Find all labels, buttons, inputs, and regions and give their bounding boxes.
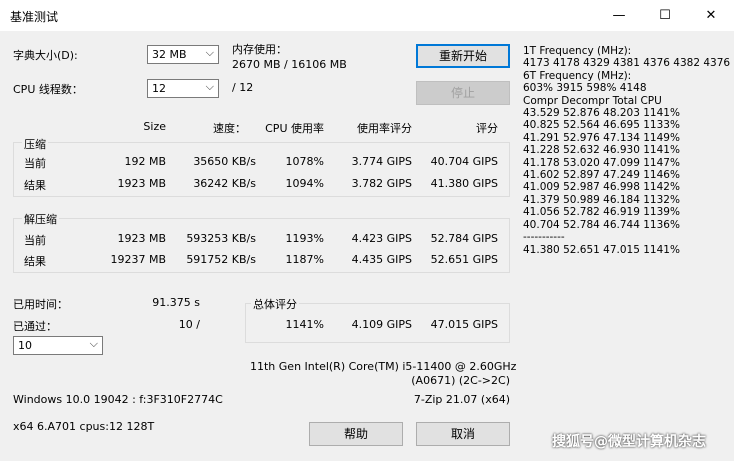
decompress-current-speed: 593253 KB/s <box>186 232 256 245</box>
compress-result-rpu: 3.782 GIPS <box>351 177 412 190</box>
passes-select-value: 10 <box>18 339 32 352</box>
passes-value: 10 / <box>178 318 200 331</box>
compress-current-rpu: 3.774 GIPS <box>351 155 412 168</box>
log-line: 41.228 52.632 46.930 1141% <box>523 144 680 157</box>
passes-label: 已通过： <box>13 320 57 333</box>
decompress-current-rpu: 4.423 GIPS <box>351 232 412 245</box>
compress-current-speed: 35650 KB/s <box>193 155 256 168</box>
decompress-current-label: 当前 <box>24 234 46 247</box>
log-line: 41.009 52.987 46.998 1142% <box>523 181 680 194</box>
log-line: 41.379 50.989 46.184 1132% <box>523 193 680 206</box>
log-line: 4173 4178 4329 4381 4376 4382 4376 <box>523 57 731 70</box>
cpu-info-line2: (A0671) (2C->2C) <box>411 374 510 387</box>
log-line: 41.380 52.651 47.015 1141% <box>523 243 680 256</box>
log-line: 6T Frequency (MHz): <box>523 69 632 82</box>
close-button[interactable]: ✕ <box>688 0 734 31</box>
compress-current-size: 192 MB <box>124 155 166 168</box>
log-line: 40.825 52.564 46.695 1133% <box>523 119 680 132</box>
decompress-current-cpu: 1193% <box>285 232 324 245</box>
log-line: 41.056 52.782 46.919 1139% <box>523 206 680 219</box>
arch-info: x64 6.A701 cpus:12 128T <box>13 420 155 433</box>
compress-current-label: 当前 <box>24 157 46 170</box>
total-rating: 47.015 GIPS <box>430 318 498 331</box>
total-title: 总体评分 <box>251 296 299 312</box>
compress-result-size: 1923 MB <box>117 177 166 190</box>
chevron-down-icon: ⌵ <box>89 337 98 350</box>
header-size: Size <box>143 120 166 133</box>
threads-select[interactable]: 12 ⌵ <box>147 79 219 98</box>
chevron-down-icon: ⌵ <box>205 46 214 59</box>
dictionary-value: 32 MB <box>152 48 187 61</box>
decompress-current-rating: 52.784 GIPS <box>430 232 498 245</box>
maximize-button[interactable]: ☐ <box>642 0 688 31</box>
decompress-result-size: 19237 MB <box>110 253 166 266</box>
decompress-current-size: 1923 MB <box>117 232 166 245</box>
compress-result-rating: 41.380 GIPS <box>430 177 498 190</box>
total-cpu: 1141% <box>285 318 324 331</box>
header-rating-usage: 使用率评分 <box>357 122 412 135</box>
memory-value: 2670 MB / 16106 MB <box>232 58 347 71</box>
dictionary-select[interactable]: 32 MB ⌵ <box>147 45 219 64</box>
elapsed-value: 91.375 s <box>152 296 200 309</box>
total-rpu: 4.109 GIPS <box>351 318 412 331</box>
compress-result-label: 结果 <box>24 179 46 192</box>
compress-current-rating: 40.704 GIPS <box>430 155 498 168</box>
memory-label: 内存使用： <box>232 43 287 56</box>
log-line: 41.602 52.897 47.249 1146% <box>523 169 680 182</box>
decompress-result-label: 结果 <box>24 255 46 268</box>
decompress-result-speed: 591752 KB/s <box>186 253 256 266</box>
version-info: 7-Zip 21.07 (x64) <box>413 393 510 406</box>
threads-label: CPU 线程数： <box>13 83 83 96</box>
decompress-result-rpu: 4.435 GIPS <box>351 253 412 266</box>
elapsed-label: 已用时间： <box>13 298 68 311</box>
watermark: 搜狐号@微型计算机杂志 <box>552 434 706 450</box>
window-title: 基准测试 <box>10 10 59 24</box>
minimize-button[interactable]: — <box>596 0 642 31</box>
chevron-down-icon: ⌵ <box>205 80 214 93</box>
threads-total: / 12 <box>232 81 254 94</box>
log-line: 43.529 52.876 48.203 1141% <box>523 107 680 120</box>
restart-button[interactable]: 重新开始 <box>416 44 510 68</box>
dictionary-label: 字典大小(D): <box>13 49 78 62</box>
compress-result-cpu: 1094% <box>285 177 324 190</box>
cpu-info-line1: 11th Gen Intel(R) Core(TM) i5-11400 @ 2.… <box>250 360 517 373</box>
decompress-result-cpu: 1187% <box>285 253 324 266</box>
log-line: 1T Frequency (MHz): <box>523 45 632 57</box>
decompress-title: 解压缩 <box>22 211 59 227</box>
header-rating: 评分 <box>476 122 498 135</box>
log-line: 41.291 52.976 47.134 1149% <box>523 131 680 144</box>
header-speed: 速度： <box>213 122 246 135</box>
decompress-result-rating: 52.651 GIPS <box>430 253 498 266</box>
log-line: Compr Decompr Total CPU <box>523 94 662 107</box>
cancel-button[interactable]: 取消 <box>416 422 510 446</box>
header-cpu-usage: CPU 使用率 <box>265 122 324 135</box>
help-button[interactable]: 帮助 <box>309 422 403 446</box>
threads-value: 12 <box>152 82 166 95</box>
stop-button[interactable]: 停止 <box>416 81 510 105</box>
log-line: 40.704 52.784 46.744 1136% <box>523 218 680 231</box>
log-line: ----------- <box>523 231 565 244</box>
passes-select[interactable]: 10 ⌵ <box>13 336 103 355</box>
log-panel: 1T Frequency (MHz): 4173 4178 4329 4381 … <box>523 45 730 256</box>
os-info: Windows 10.0 19042 : f:3F310F2774C <box>13 393 223 406</box>
log-line: 603% 3915 598% 4148 <box>523 82 647 95</box>
log-line: 41.178 53.020 47.099 1147% <box>523 156 680 169</box>
compress-result-speed: 36242 KB/s <box>193 177 256 190</box>
compress-current-cpu: 1078% <box>285 155 324 168</box>
compress-title: 压缩 <box>22 136 48 152</box>
